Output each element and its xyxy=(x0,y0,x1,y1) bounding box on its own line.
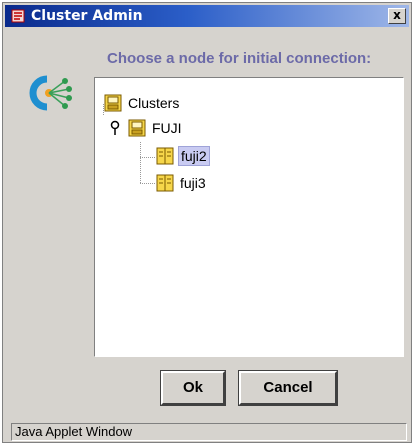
tree-label-fuji2: fuji2 xyxy=(178,146,210,166)
cluster-folder-icon xyxy=(104,94,122,112)
tree-label-fuji: FUJI xyxy=(152,120,182,136)
cluster-admin-window: Cluster Admin x Choose a node for initia… xyxy=(2,2,412,443)
tree-label-fuji3: fuji3 xyxy=(180,175,206,191)
java-applet-icon xyxy=(11,9,25,23)
cluster-folder-icon xyxy=(128,119,146,137)
status-bar: Java Applet Window xyxy=(11,423,407,441)
dialog-heading: Choose a node for initial connection: xyxy=(107,50,372,67)
server-node-icon xyxy=(156,174,174,192)
cluster-logo-icon xyxy=(29,75,72,111)
server-node-icon xyxy=(156,147,174,165)
expanded-toggle-icon[interactable] xyxy=(109,120,121,136)
window-title: Cluster Admin xyxy=(31,8,143,24)
title-bar[interactable]: Cluster Admin x xyxy=(5,5,409,27)
node-tree[interactable]: Clusters FUJI fuji2 fuji3 xyxy=(94,77,404,357)
ok-button[interactable]: Ok xyxy=(160,370,226,406)
cancel-button[interactable]: Cancel xyxy=(238,370,338,406)
close-button[interactable]: x xyxy=(388,8,406,24)
tree-label-clusters: Clusters xyxy=(128,95,180,111)
